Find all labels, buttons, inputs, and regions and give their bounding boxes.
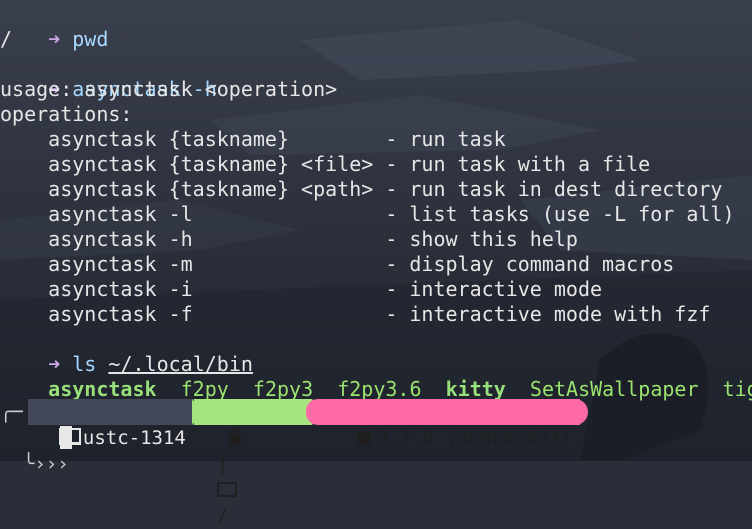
list-item: SetAsWallpaper xyxy=(529,377,699,401)
lock-icon xyxy=(228,428,241,445)
output-line: usage: asynctask <operation> xyxy=(0,77,338,101)
line-pwd: ➜ pwd xyxy=(0,2,108,51)
ls-output: asynctask f2py f2py3 f2py3.6 kitty SetAs… xyxy=(0,352,752,401)
output-line: asynctask -l - list tasks (use -L for al… xyxy=(0,202,735,226)
python-icon xyxy=(356,431,371,445)
current-directory: / xyxy=(216,505,229,527)
prompt-chevrons: ╰››› xyxy=(22,453,69,475)
line-asynctask: ➜ asynctask -h xyxy=(0,52,217,101)
output-line: operations: xyxy=(0,102,133,126)
folder-icon xyxy=(216,482,237,497)
segment-separator: | xyxy=(216,453,229,475)
line-ls: ➜ ls ~/.local/bin xyxy=(0,327,253,376)
command-text: pwd xyxy=(72,27,109,51)
output-line: asynctask {taskname} <path> - run task i… xyxy=(0,177,723,201)
list-item: tig xyxy=(722,377,752,401)
list-item: f2py3 xyxy=(252,377,314,401)
cwd-segment: | / xyxy=(194,399,312,527)
output-line: asynctask -f - interactive mode with fzf xyxy=(0,302,711,326)
output-line: asynctask {taskname} <file> - run task w… xyxy=(0,152,651,176)
list-item: kitty xyxy=(445,377,506,401)
prompt-arrow-icon: ➜ xyxy=(48,27,61,51)
list-item: f2py3.6 xyxy=(337,377,422,401)
prompt-corner-bottom: ╰››› xyxy=(0,425,69,475)
output-line: asynctask -h - show this help xyxy=(0,227,578,251)
output-line: / xyxy=(0,27,13,51)
python-env: 3.7.6 (anaconda3) xyxy=(376,427,572,449)
prompt-corner-top: ╭─ xyxy=(0,401,23,423)
host-segment: ustc-1314 xyxy=(28,399,194,449)
output-line: asynctask -m - display command macros xyxy=(0,252,675,276)
list-item: f2py xyxy=(180,377,229,401)
terminal-output: ➜ pwd / ➜ asynctask -h usage: asynctask … xyxy=(0,0,752,461)
output-line: asynctask {taskname} - run task xyxy=(0,127,506,151)
output-line: asynctask -i - interactive mode xyxy=(0,277,603,301)
python-segment: 3.7.6 (anaconda3) xyxy=(318,399,580,449)
text-cursor[interactable] xyxy=(60,426,72,449)
hostname: ustc-1314 xyxy=(82,427,186,449)
list-item: asynctask xyxy=(48,377,157,401)
